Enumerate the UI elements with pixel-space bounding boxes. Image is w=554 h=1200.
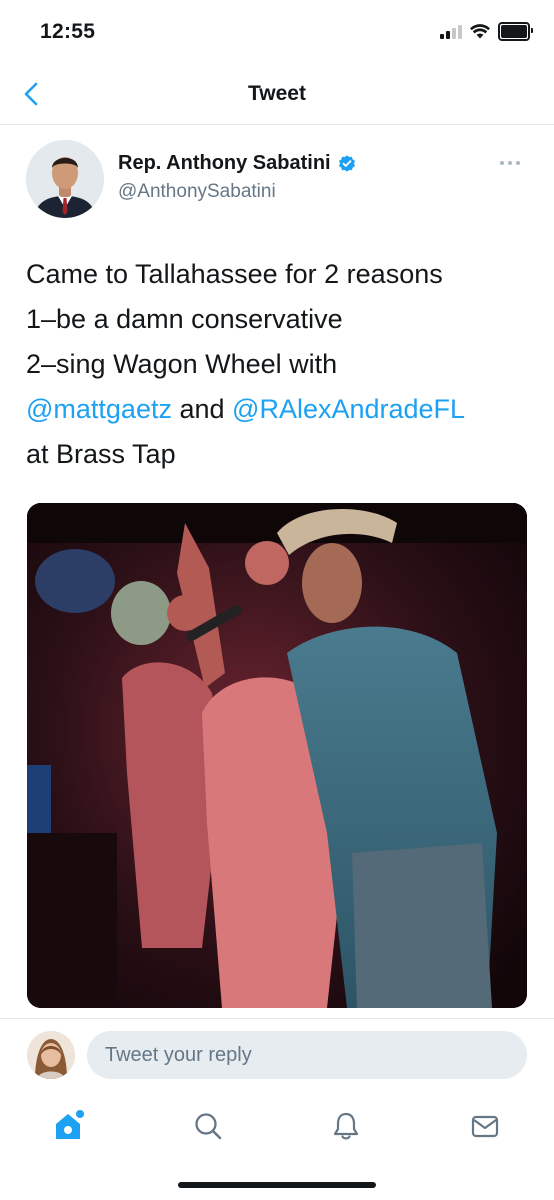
tweet-line-1: Came to Tallahassee for 2 reasons	[26, 259, 443, 289]
tweet-text: Came to Tallahassee for 2 reasons 1–be a…	[26, 252, 536, 477]
more-options-button[interactable]	[500, 156, 524, 170]
author-name[interactable]: Rep. Anthony Sabatini	[118, 152, 331, 175]
reply-bar	[0, 1018, 554, 1093]
tweet-line-2: 1–be a damn conservative	[26, 304, 343, 334]
messages-icon	[471, 1115, 499, 1138]
status-bar: 12:55	[0, 0, 554, 64]
page-title: Tweet	[248, 82, 306, 105]
tab-search[interactable]	[188, 1106, 228, 1146]
reply-input[interactable]	[87, 1031, 527, 1079]
tweet-line-5: at Brass Tap	[26, 439, 176, 469]
mention-link-mattgaetz[interactable]: @mattgaetz	[26, 394, 172, 424]
home-indicator	[178, 1182, 376, 1188]
notifications-icon	[333, 1112, 359, 1140]
tweet-line-4: @mattgaetz and @RAlexAndradeFL	[26, 387, 536, 432]
search-icon	[195, 1113, 222, 1140]
video-frame	[27, 503, 527, 1008]
nav-header: Tweet	[0, 64, 554, 125]
verified-badge-icon	[338, 154, 355, 172]
tab-notifications[interactable]	[326, 1106, 366, 1146]
author-name-row[interactable]: Rep. Anthony Sabatini	[118, 152, 357, 175]
home-icon	[56, 1110, 84, 1139]
mention-link-ralexandradefl[interactable]: @RAlexAndradeFL	[232, 394, 465, 424]
author-handle[interactable]: @AnthonySabatini	[118, 181, 276, 203]
tweet-line-3: 2–sing Wagon Wheel with	[26, 349, 338, 379]
tweet-connector: and	[171, 394, 233, 424]
tab-home[interactable]	[48, 1106, 88, 1146]
author-avatar[interactable]	[26, 140, 104, 218]
user-avatar-image	[27, 1031, 75, 1079]
cellular-signal-icon	[440, 24, 462, 39]
status-time: 12:55	[40, 20, 96, 43]
status-icons	[440, 22, 533, 41]
tweet-video[interactable]	[27, 503, 527, 1008]
user-avatar[interactable]	[27, 1031, 75, 1079]
tab-messages[interactable]	[465, 1106, 505, 1146]
battery-icon	[498, 22, 533, 41]
wifi-icon	[470, 24, 490, 39]
avatar-image	[26, 140, 104, 218]
